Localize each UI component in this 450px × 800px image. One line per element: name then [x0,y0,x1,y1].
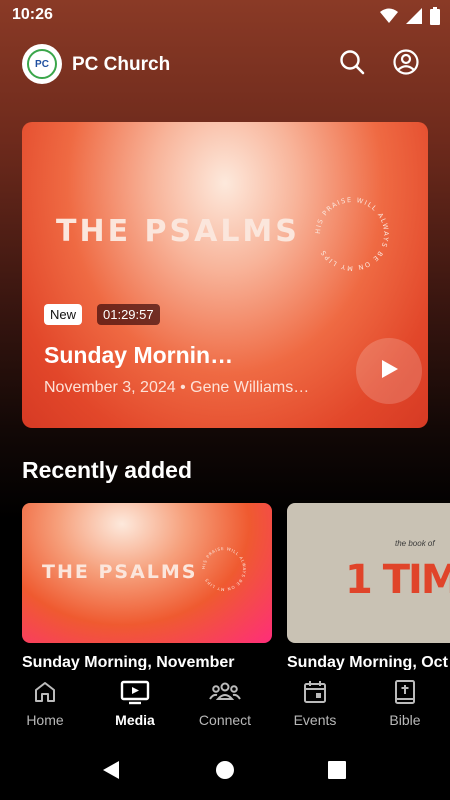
signal-icon [406,8,422,29]
status-bar: 10:26 [0,0,450,32]
recent-item-card[interactable]: the book of 1 TIMOTH [287,503,450,643]
hero-artwork-title: THE PSALMS [56,214,300,249]
account-circle-icon [393,48,419,80]
duration-badge: 01:29:57 [97,304,160,325]
nav-label-home: Home [26,712,64,728]
nav-item-events[interactable]: Events [270,680,360,728]
account-button[interactable] [392,48,420,80]
recents-square-icon[interactable] [328,761,346,784]
bible-icon [392,679,418,710]
new-badge: New [44,304,83,325]
play-icon [378,358,400,385]
nav-label-media: Media [115,712,155,728]
app-title: PC Church [72,54,171,75]
svg-text:HIS PRAISE WILL ALWAYS BE ON M: HIS PRAISE WILL ALWAYS BE ON MY LIPS [314,196,390,272]
featured-sermon-card[interactable]: THE PSALMS HIS PRAISE WILL ALWAYS BE ON … [22,122,428,428]
hero-artwork-ring-text: HIS PRAISE WILL ALWAYS BE ON MY LIPS [314,196,390,272]
nav-item-home[interactable]: Home [0,680,90,728]
hero-title: Sunday Mornin… [44,342,234,368]
status-time: 10:26 [12,6,53,23]
recently-added-title: Recently added [22,457,192,483]
card-artwork-title: THE PSALMS [42,561,198,583]
system-navigation-bar [0,740,450,800]
card-artwork-subtitle: the book of [395,539,435,548]
nav-label-connect: Connect [198,712,252,728]
card-artwork-ring-text: HIS PRAISE WILL ALWAYS BE ON MY LIPS [201,546,247,592]
group-icon [209,679,241,710]
nav-item-media[interactable]: Media [90,680,180,728]
search-icon [339,49,365,80]
play-button[interactable] [356,338,422,404]
hero-subtitle: November 3, 2024 • Gene Williams… [44,379,310,396]
church-logo[interactable]: PC [22,44,62,84]
svg-text:HIS PRAISE WILL ALWAYS BE ON M: HIS PRAISE WILL ALWAYS BE ON MY LIPS [201,546,247,592]
home-circle-icon[interactable] [216,761,234,784]
battery-icon [430,7,440,30]
home-icon [32,679,58,710]
nav-label-events: Events [293,712,337,728]
wifi-icon [380,8,398,29]
nav-item-connect[interactable]: Connect [180,680,270,728]
bottom-navigation: Home Media Connect Events Bible [0,670,450,740]
tv-play-icon [120,679,150,710]
search-button[interactable] [338,49,366,80]
logo-text: PC [27,49,57,79]
app-header: PC PC Church [22,44,428,86]
recent-item-card[interactable]: THE PSALMS HIS PRAISE WILL ALWAYS BE ON … [22,503,272,643]
calendar-icon [302,679,328,710]
back-icon[interactable] [101,760,121,785]
nav-label-bible: Bible [389,712,421,728]
card-artwork-title: 1 TIMOTH [345,557,450,603]
nav-item-bible[interactable]: Bible [360,679,450,728]
status-icons [380,7,440,30]
